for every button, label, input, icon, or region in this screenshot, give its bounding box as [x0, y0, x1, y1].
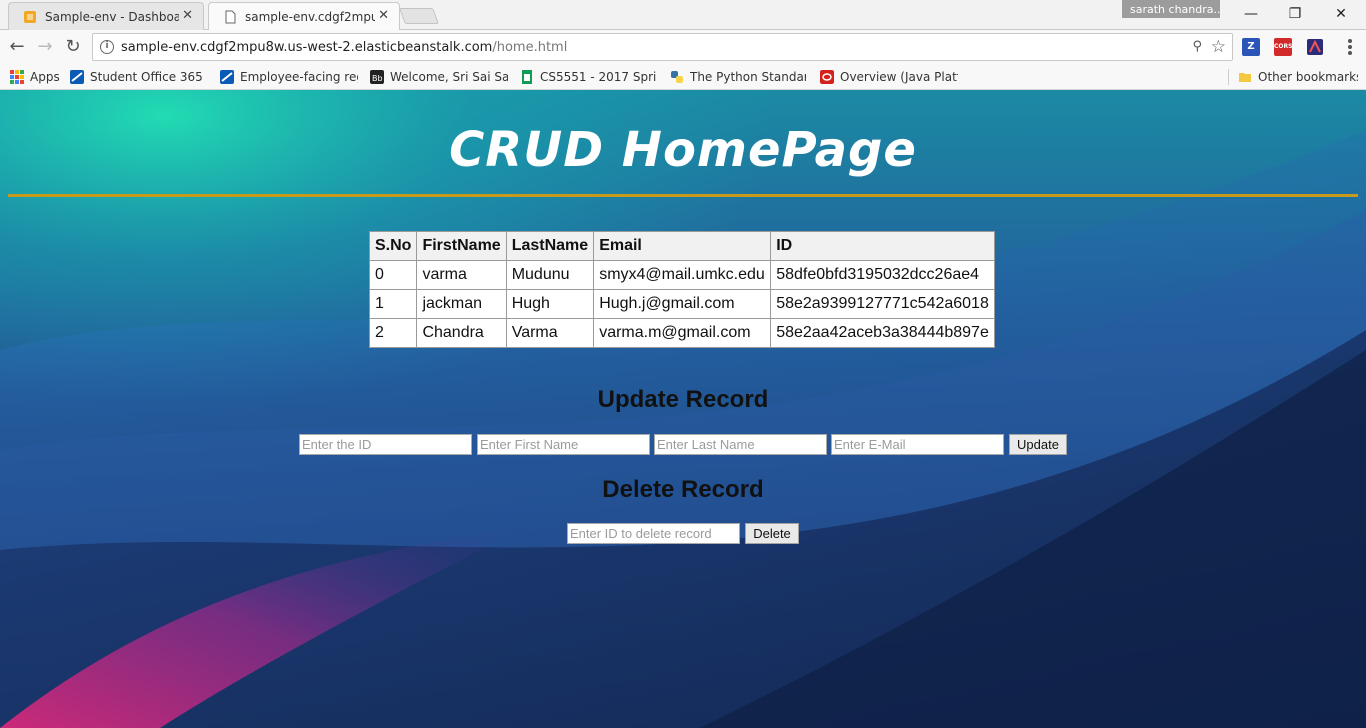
bookmarks-bar: Apps Student Office 365 an Employee-faci…	[0, 64, 1366, 90]
page-icon	[225, 10, 236, 24]
bookmark-python[interactable]: The Python Standard L	[670, 68, 806, 86]
table-row: 1 jackman Hugh Hugh.j@gmail.com 58e2a939…	[368, 289, 995, 319]
svg-text:Bb: Bb	[372, 74, 383, 83]
delete-button[interactable]: Delete	[745, 523, 799, 544]
cell-firstname: Chandra	[416, 318, 507, 348]
bookmark-other[interactable]: Other bookmarks	[1238, 68, 1358, 86]
page-title: CRUD HomePage	[449, 122, 917, 178]
apps-grid-icon	[10, 70, 24, 84]
table-header-row: S.No FirstName LastName Email ID	[368, 231, 995, 261]
umkc-icon	[70, 70, 84, 84]
update-email-input[interactable]	[831, 434, 1004, 455]
bookmark-label: Student Office 365 an	[90, 70, 206, 84]
cell-sno: 0	[368, 260, 418, 290]
info-icon[interactable]: i	[100, 40, 114, 54]
close-tab-icon[interactable]: ✕	[378, 8, 389, 23]
cell-sno: 2	[368, 318, 418, 348]
update-id-input[interactable]	[299, 434, 472, 455]
bookmark-blackboard[interactable]: Bb Welcome, Sri Sai Sarat	[370, 68, 508, 86]
table-row: 2 Chandra Varma varma.m@gmail.com 58e2aa…	[368, 318, 995, 348]
python-icon	[671, 71, 683, 83]
menu-icon[interactable]	[1348, 39, 1352, 55]
blackboard-icon: Bb	[370, 70, 384, 84]
delete-heading: Delete Record	[602, 476, 764, 503]
update-firstname-input[interactable]	[477, 434, 650, 455]
reload-icon[interactable]: ↻	[62, 36, 84, 58]
bookmark-employee[interactable]: Employee-facing regis	[220, 68, 358, 86]
bookmark-office365[interactable]: Student Office 365 an	[70, 68, 206, 86]
bookmark-separator	[1228, 69, 1229, 85]
bookmark-label: Other bookmarks	[1258, 70, 1358, 84]
cors-extension-icon[interactable]: CORS	[1274, 38, 1292, 56]
box-icon	[24, 11, 36, 23]
cell-email: smyx4@mail.umkc.edu	[593, 260, 772, 290]
cell-email: varma.m@gmail.com	[593, 318, 772, 348]
update-button[interactable]: Update	[1009, 434, 1067, 455]
key-icon[interactable]: ⚲	[1192, 39, 1202, 54]
oracle-icon	[820, 70, 834, 84]
bookmark-label: Employee-facing regis	[240, 70, 358, 84]
cell-id: 58dfe0bfd3195032dcc26ae4	[770, 260, 995, 290]
table-row: 0 varma Mudunu smyx4@mail.umkc.edu 58dfe…	[368, 260, 995, 290]
bookmark-label: Apps	[30, 70, 60, 84]
cell-email: Hugh.j@gmail.com	[593, 289, 772, 319]
update-heading: Update Record	[597, 386, 769, 413]
close-window-icon[interactable]: ✕	[1326, 4, 1356, 24]
star-icon[interactable]: ☆	[1211, 37, 1226, 57]
cell-sno: 1	[368, 289, 418, 319]
tab-title: sample-env.cdgf2mpu8w.us-west-2.elasticb…	[245, 10, 375, 24]
bookmark-apps[interactable]: Apps	[10, 68, 62, 86]
url-path: /home.html	[492, 40, 568, 55]
address-bar[interactable]: i sample-env.cdgf2mpu8w.us-west-2.elasti…	[92, 33, 1233, 61]
url-host: sample-env.cdgf2mpu8w.us-west-2.elasticb…	[121, 40, 493, 55]
bookmark-java[interactable]: Overview (Java Platfor	[820, 68, 958, 86]
cell-lastname: Hugh	[505, 289, 595, 319]
column-header: S.No	[368, 231, 418, 261]
close-tab-icon[interactable]: ✕	[182, 8, 193, 23]
forward-arrow-icon[interactable]: →	[34, 36, 56, 58]
bookmark-label: Welcome, Sri Sai Sarat	[390, 70, 508, 84]
cell-lastname: Varma	[505, 318, 595, 348]
cell-firstname: varma	[416, 260, 507, 290]
update-lastname-input[interactable]	[654, 434, 827, 455]
column-header: FirstName	[416, 231, 507, 261]
cell-id: 58e2a9399127771c542a6018	[770, 289, 995, 319]
tab-strip: Sample-env - Dashboard ✕ sample-env.cdgf…	[0, 0, 1366, 31]
records-table: S.No FirstName LastName Email ID 0 varma…	[368, 231, 995, 348]
bookmark-cs5551[interactable]: CS5551 - 2017 Spring	[520, 68, 656, 86]
cell-firstname: jackman	[416, 289, 507, 319]
page-content: CRUD HomePage S.No FirstName LastName Em…	[0, 90, 1366, 728]
title-divider	[8, 194, 1358, 197]
minimize-icon[interactable]: —	[1236, 4, 1266, 24]
profile-badge[interactable]: sarath chandra...	[1122, 0, 1220, 18]
tab-home[interactable]: sample-env.cdgf2mpu8w.us-west-2.elasticb…	[208, 2, 400, 31]
back-arrow-icon[interactable]: ←	[6, 36, 28, 58]
bookmark-label: The Python Standard L	[690, 70, 806, 84]
delete-id-input[interactable]	[567, 523, 740, 544]
tab-dashboard[interactable]: Sample-env - Dashboard ✕	[8, 2, 204, 30]
url-text: sample-env.cdgf2mpu8w.us-west-2.elasticb…	[121, 40, 567, 55]
bookmark-label: CS5551 - 2017 Spring	[540, 70, 656, 84]
column-header: Email	[593, 231, 772, 261]
new-tab-button[interactable]	[399, 8, 439, 24]
cell-id: 58e2aa42aceb3a38444b897e	[770, 318, 995, 348]
umkc-icon	[220, 70, 234, 84]
sheets-icon	[522, 70, 532, 84]
cell-lastname: Mudunu	[505, 260, 595, 290]
restore-icon[interactable]: ❐	[1280, 4, 1310, 24]
browser-toolbar: ← → ↻ i sample-env.cdgf2mpu8w.us-west-2.…	[0, 30, 1366, 64]
bookmark-label: Overview (Java Platfor	[840, 70, 958, 84]
extension-icon[interactable]	[1306, 38, 1324, 56]
folder-icon	[1239, 73, 1251, 82]
column-header: ID	[770, 231, 995, 261]
column-header: LastName	[505, 231, 595, 261]
tab-title: Sample-env - Dashboard	[45, 10, 179, 24]
z-extension-icon[interactable]: Z	[1242, 38, 1260, 56]
